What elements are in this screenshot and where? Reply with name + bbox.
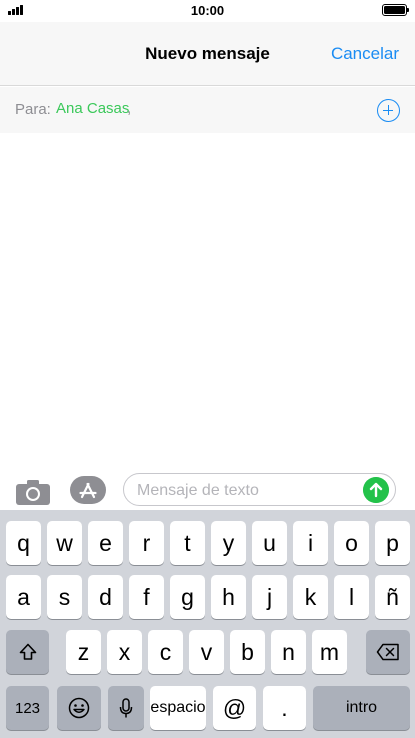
emoji-key[interactable] [57,686,101,730]
message-input[interactable]: Mensaje de texto [123,473,396,506]
send-arrow-icon[interactable] [363,477,389,503]
key-g[interactable]: g [170,575,205,619]
numbers-key[interactable]: 123 [6,686,49,730]
app-store-icon[interactable] [70,476,106,504]
recipient-token[interactable]: Ana Casas [56,100,129,117]
key-x[interactable]: x [107,630,142,674]
key-t[interactable]: t [170,521,205,565]
at-key[interactable]: @ [213,686,256,730]
cancel-button[interactable]: Cancelar [331,44,399,64]
delete-key[interactable] [366,630,410,674]
camera-icon[interactable] [16,479,50,505]
key-k[interactable]: k [293,575,328,619]
key-o[interactable]: o [334,521,369,565]
key-f[interactable]: f [129,575,164,619]
key-n-tilde[interactable]: ñ [375,575,410,619]
key-c[interactable]: c [148,630,183,674]
key-v[interactable]: v [189,630,224,674]
battery-icon [382,4,409,16]
key-e[interactable]: e [88,521,123,565]
navigation-header: Nuevo mensaje Cancelar [0,22,415,86]
key-q[interactable]: q [6,521,41,565]
key-j[interactable]: j [252,575,287,619]
key-b[interactable]: b [230,630,265,674]
add-contact-icon[interactable] [377,99,400,122]
message-placeholder: Mensaje de texto [137,482,259,499]
recipient-label: Para: [15,101,51,118]
key-d[interactable]: d [88,575,123,619]
key-z[interactable]: z [66,630,101,674]
recipient-separator: , [127,100,132,117]
key-l[interactable]: l [334,575,369,619]
key-p[interactable]: p [375,521,410,565]
shift-icon [19,643,36,660]
compose-bar: Mensaje de texto [0,468,415,510]
dictation-key[interactable] [108,686,144,730]
delete-icon [376,643,399,661]
recipient-field[interactable]: Para: Ana Casas , [0,87,415,133]
key-y[interactable]: y [211,521,246,565]
key-i[interactable]: i [293,521,328,565]
microphone-icon [119,698,133,718]
key-a[interactable]: a [6,575,41,619]
status-time: 10:00 [190,3,225,18]
key-w[interactable]: w [47,521,82,565]
key-s[interactable]: s [47,575,82,619]
status-bar: 10:00 [0,0,415,22]
period-key[interactable]: . [263,686,306,730]
return-key[interactable]: intro [313,686,410,730]
keyboard: q w e r t y u i o p a s d f g h j k l ñ … [0,510,415,738]
key-r[interactable]: r [129,521,164,565]
key-m[interactable]: m [312,630,347,674]
key-u[interactable]: u [252,521,287,565]
emoji-icon [68,697,90,719]
space-key[interactable]: espacio [150,686,206,730]
key-n[interactable]: n [271,630,306,674]
shift-key[interactable] [6,630,49,674]
key-h[interactable]: h [211,575,246,619]
